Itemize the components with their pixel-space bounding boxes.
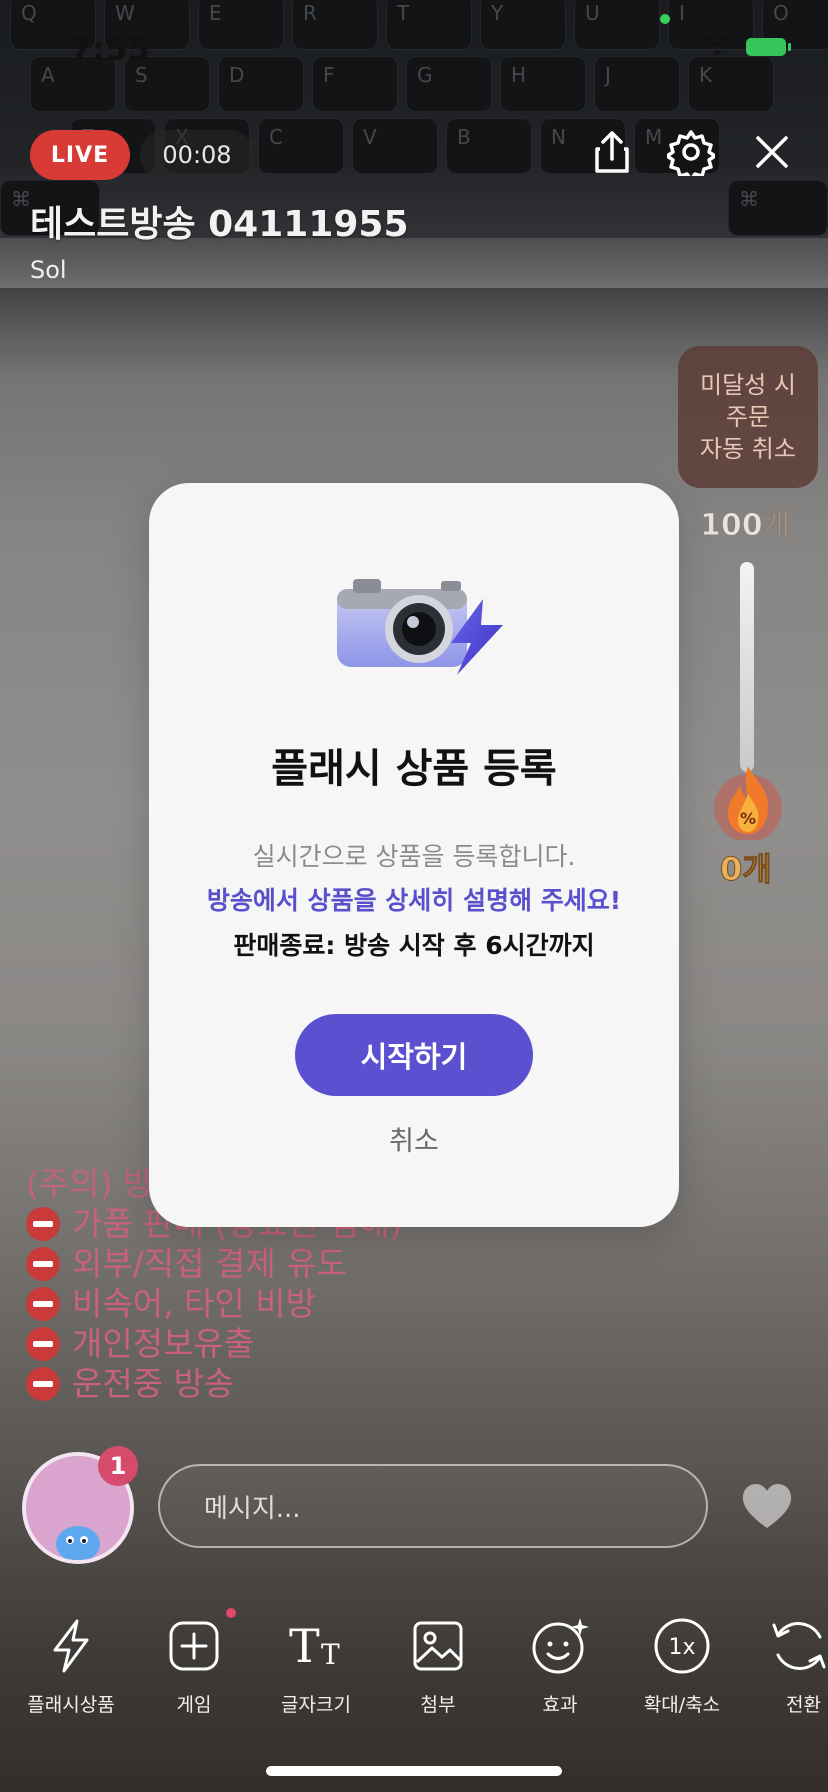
switch-camera-icon [772, 1622, 826, 1670]
plus-square-icon [169, 1621, 219, 1671]
toolbar-label: 플래시상품 [27, 1694, 115, 1716]
broadcast-title: 테스트방송 04111955 [30, 204, 409, 245]
toolbar-label: 글자크기 [281, 1694, 351, 1716]
toolbar-game[interactable]: 게임 [139, 1612, 249, 1717]
gauge-track [740, 562, 754, 772]
status-icons [702, 36, 791, 58]
smile-sparkle-icon [532, 1618, 589, 1674]
settings-button[interactable] [663, 124, 719, 180]
no-entry-icon [26, 1207, 60, 1241]
close-button[interactable] [744, 124, 800, 180]
notice-item: 운전중 방송 [26, 1364, 611, 1404]
flame-icon: % [712, 760, 784, 842]
notice-item: 외부/직접 결제 유도 [26, 1244, 611, 1284]
zoom-level-text: 1x [668, 1635, 695, 1660]
wifi-icon [702, 36, 732, 56]
notice-item-text: 운전중 방송 [72, 1364, 235, 1403]
notice-item: 개인정보유출 [26, 1324, 611, 1364]
new-indicator-dot [226, 1608, 236, 1618]
gauge-max-label: 100개 [699, 508, 791, 544]
elapsed-timer: 00:08 [140, 130, 254, 180]
notice-item-text: 비속어, 타인 비방 [72, 1284, 316, 1323]
notice-item-text: 외부/직접 결제 유도 [72, 1244, 347, 1283]
no-entry-icon [26, 1247, 60, 1281]
toolbar-flash-product[interactable]: 플래시상품 [16, 1612, 126, 1717]
bottom-toolbar: 플래시상품 게임 T T 글자크기 첨부 효과 1x 확대/축소 전환 [0, 1608, 828, 1732]
close-icon [756, 136, 788, 168]
auto-cancel-badge: 미달성 시 주문 자동 취소 [678, 346, 818, 488]
gauge-current-label: 0개 [720, 850, 773, 889]
zoom-1x-icon: 1x [654, 1618, 710, 1674]
broadcast-host: Sol [30, 256, 67, 284]
flash-product-modal: 플래시 상품 등록 실시간으로 상품을 등록합니다. 방송에서 상품을 상세히 … [149, 483, 679, 1227]
notice-item: 비속어, 타인 비방 [26, 1284, 611, 1324]
toolbar-label: 전환 [786, 1694, 821, 1716]
battery-icon [746, 38, 791, 56]
auto-cancel-line: 주문 [725, 403, 771, 431]
live-badge: LIVE [30, 130, 130, 180]
message-input[interactable]: 메시지... [158, 1464, 708, 1548]
cancel-button[interactable]: 취소 [149, 1119, 679, 1158]
no-entry-icon [26, 1287, 60, 1321]
image-icon [413, 1621, 463, 1671]
modal-description: 실시간으로 상품을 등록합니다. [252, 842, 576, 871]
toolbar-effect[interactable]: 효과 [505, 1612, 615, 1717]
toolbar-label: 게임 [176, 1694, 212, 1716]
auto-cancel-line: 자동 취소 [700, 435, 796, 463]
lightning-icon [53, 1619, 89, 1673]
home-indicator [266, 1766, 562, 1776]
toolbar-switch[interactable]: 전환 [748, 1612, 828, 1717]
camera-flash-icon [337, 579, 503, 675]
status-time: 7:55 [70, 30, 150, 68]
like-button[interactable] [740, 1482, 794, 1532]
notification-count-badge: 1 [98, 1446, 138, 1486]
text-size-icon: T T [289, 1619, 340, 1673]
privacy-indicator [660, 14, 670, 24]
svg-text:T: T [321, 1638, 340, 1671]
gear-icon [667, 130, 715, 176]
share-icon [595, 131, 629, 173]
modal-end-time: 판매종료: 방송 시작 후 6시간까지 [233, 931, 595, 960]
modal-title: 플래시 상품 등록 [271, 746, 557, 792]
modal-highlight: 방송에서 상품을 상세히 설명해 주세요! [206, 886, 622, 915]
toolbar-label: 첨부 [420, 1694, 456, 1716]
auto-cancel-line: 미달성 시 [700, 371, 796, 399]
toolbar-label: 효과 [542, 1694, 578, 1716]
toolbar-label: 확대/축소 [643, 1694, 721, 1716]
notice-item-text: 개인정보유출 [72, 1324, 255, 1363]
toolbar-attach[interactable]: 첨부 [383, 1612, 493, 1717]
no-entry-icon [26, 1367, 60, 1401]
svg-text:T: T [289, 1619, 320, 1673]
toolbar-text-size[interactable]: T T 글자크기 [261, 1612, 371, 1717]
share-button[interactable] [584, 124, 640, 180]
heart-icon [742, 1484, 792, 1528]
start-button[interactable]: 시작하기 [295, 1014, 533, 1096]
flame-percent: % [740, 809, 756, 828]
no-entry-icon [26, 1327, 60, 1361]
toolbar-zoom[interactable]: 1x 확대/축소 [627, 1612, 737, 1717]
